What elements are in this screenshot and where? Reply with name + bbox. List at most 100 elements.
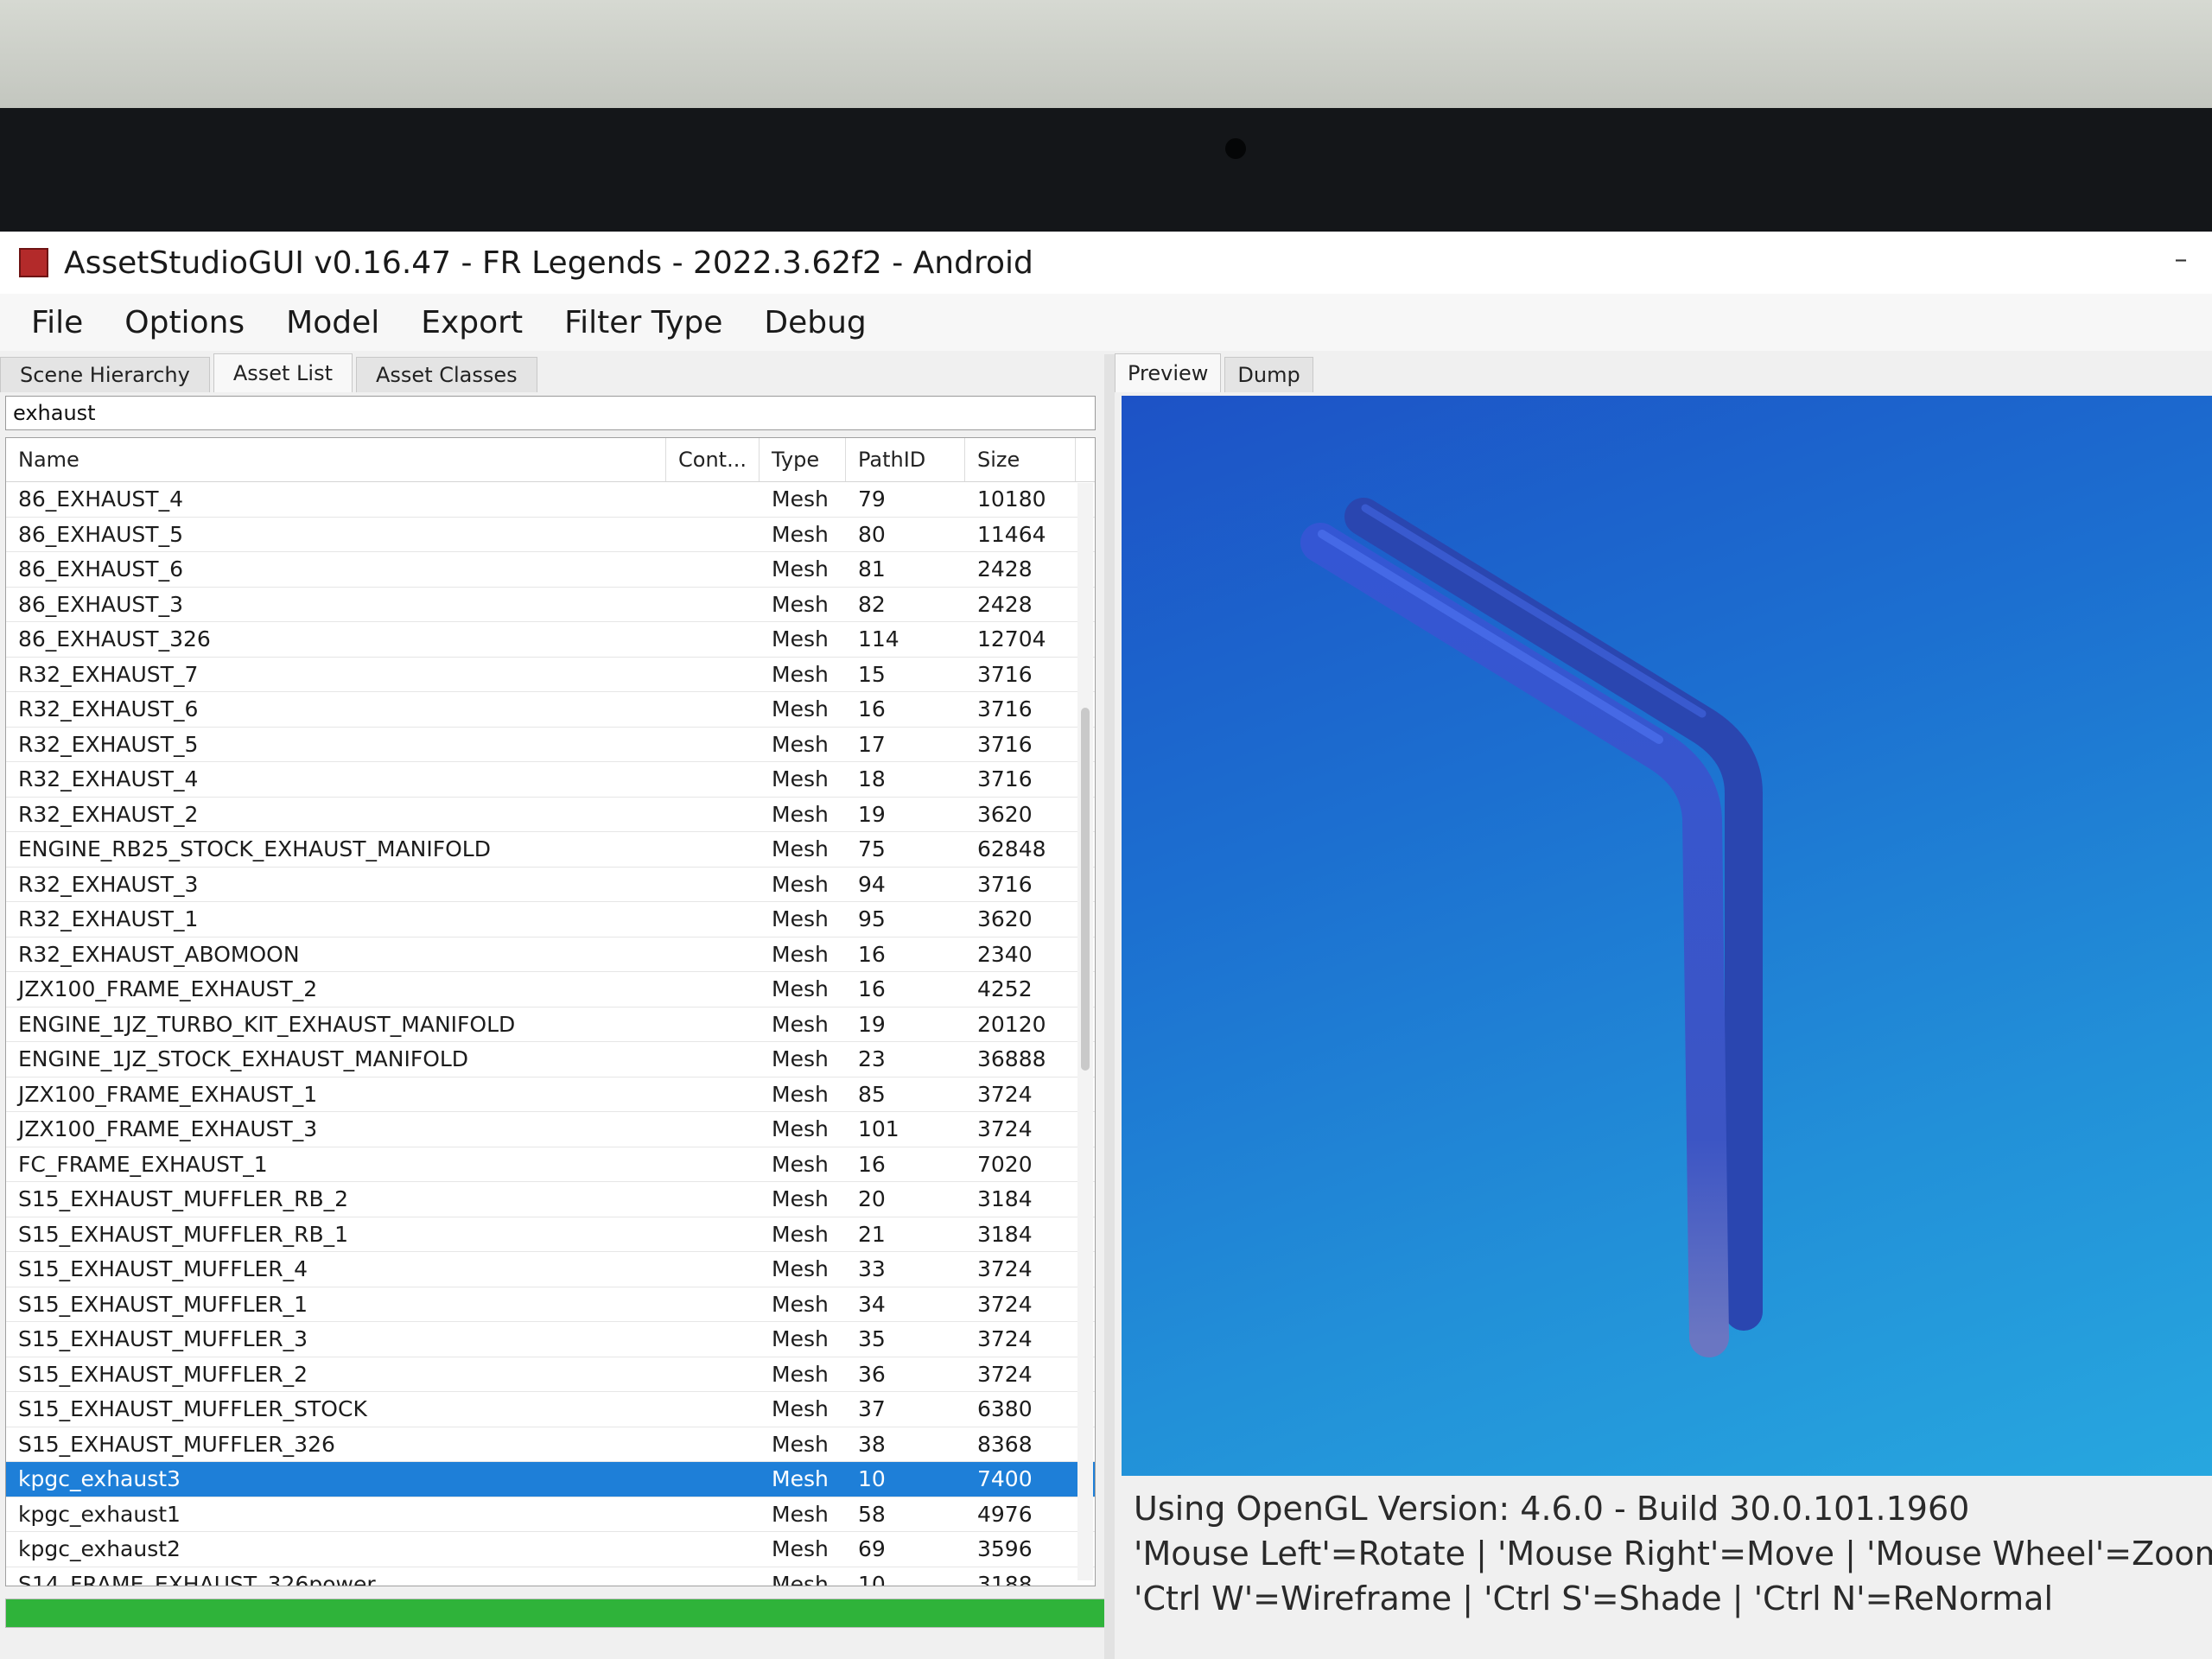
cell-pathid: 15 (858, 661, 886, 687)
table-row[interactable]: S14_FRAME_EXHAUST_326power Mesh 10 3188 (6, 1567, 1095, 1586)
cell-size: 2340 (977, 941, 1033, 967)
table-row[interactable]: ENGINE_RB25_STOCK_EXHAUST_MANIFOLD Mesh 75… (6, 832, 1095, 868)
tab-dump[interactable]: Dump (1224, 357, 1313, 392)
cell-pathid: 18 (858, 766, 886, 791)
table-row[interactable]: R32_EXHAUST_5 Mesh 17 3716 (6, 728, 1095, 762)
table-row[interactable]: 86_EXHAUST_6 Mesh 81 2428 (6, 552, 1095, 588)
cell-container (666, 588, 760, 622)
table-row[interactable]: S15_EXHAUST_MUFFLER_1 Mesh 34 3724 (6, 1287, 1095, 1322)
cell-size: 4252 (977, 976, 1033, 1001)
cell-type: Mesh (772, 521, 829, 547)
table-row[interactable]: ENGINE_1JZ_TURBO_KIT_EXHAUST_MANIFOLD Mes… (6, 1007, 1095, 1042)
table-row[interactable]: 86_EXHAUST_5 Mesh 80 11464 (6, 518, 1095, 552)
cell-container (666, 1532, 760, 1567)
cell-name: R32_EXHAUST_2 (18, 801, 199, 827)
table-row[interactable]: R32_EXHAUST_ABOMOON Mesh 16 2340 (6, 938, 1095, 972)
table-row[interactable]: 86_EXHAUST_326 Mesh 114 12704 (6, 622, 1095, 658)
table-row[interactable]: R32_EXHAUST_1 Mesh 95 3620 (6, 902, 1095, 938)
cell-pathid: 10 (858, 1571, 886, 1586)
table-row[interactable]: S15_EXHAUST_MUFFLER_2 Mesh 36 3724 (6, 1357, 1095, 1392)
background-wall (0, 0, 2212, 108)
cell-type: Mesh (772, 836, 829, 861)
table-row[interactable]: R32_EXHAUST_7 Mesh 15 3716 (6, 658, 1095, 692)
cell-type: Mesh (772, 906, 829, 931)
table-row[interactable]: R32_EXHAUST_6 Mesh 16 3716 (6, 692, 1095, 728)
cell-size: 3724 (977, 1326, 1033, 1351)
webcam (1225, 138, 1246, 159)
pane-splitter[interactable] (1104, 354, 1115, 1659)
cell-container (666, 1462, 760, 1497)
tab-asset-list[interactable]: Asset List (213, 353, 353, 392)
scrollbar-thumb[interactable] (1081, 708, 1090, 1071)
table-row[interactable]: R32_EXHAUST_4 Mesh 18 3716 (6, 762, 1095, 798)
app-window: AssetStudioGUI v0.16.47 - FR Legends - 2… (0, 232, 2212, 1659)
table-row-selected[interactable]: kpgc_exhaust3 Mesh 10 7400 (6, 1462, 1095, 1497)
table-row[interactable]: kpgc_exhaust1 Mesh 58 4976 (6, 1497, 1095, 1532)
cell-size: 20120 (977, 1011, 1046, 1037)
asset-list-header: Name Cont... Type PathID Size (6, 438, 1095, 482)
table-row[interactable]: FC_FRAME_EXHAUST_1 Mesh 16 7020 (6, 1147, 1095, 1182)
title-bar[interactable]: AssetStudioGUI v0.16.47 - FR Legends - 2… (0, 232, 2212, 294)
cell-size: 3716 (977, 766, 1033, 791)
cell-pathid: 85 (858, 1081, 886, 1107)
menu-debug[interactable]: Debug (743, 305, 887, 340)
column-header-container[interactable]: Cont... (666, 438, 760, 481)
cell-name: 86_EXHAUST_3 (18, 591, 183, 617)
cell-name: ENGINE_RB25_STOCK_EXHAUST_MANIFOLD (18, 836, 491, 861)
cell-name: S15_EXHAUST_MUFFLER_STOCK (18, 1396, 367, 1421)
app-icon (19, 248, 48, 277)
table-row[interactable]: S15_EXHAUST_MUFFLER_3 Mesh 35 3724 (6, 1322, 1095, 1357)
menu-options[interactable]: Options (104, 305, 265, 340)
cell-type: Mesh (772, 1501, 829, 1527)
cell-container (666, 972, 760, 1007)
mesh-preview (1300, 498, 1763, 1357)
column-header-size[interactable]: Size (965, 438, 1076, 481)
tab-scene-hierarchy[interactable]: Scene Hierarchy (0, 357, 210, 392)
table-row[interactable]: R32_EXHAUST_3 Mesh 94 3716 (6, 868, 1095, 902)
table-row[interactable]: R32_EXHAUST_2 Mesh 19 3620 (6, 798, 1095, 832)
filter-input[interactable]: exhaust (5, 396, 1096, 430)
table-row[interactable]: S15_EXHAUST_MUFFLER_4 Mesh 33 3724 (6, 1252, 1095, 1287)
table-row[interactable]: S15_EXHAUST_MUFFLER_STOCK Mesh 37 6380 (6, 1392, 1095, 1427)
menu-export[interactable]: Export (400, 305, 543, 340)
menu-filter-type[interactable]: Filter Type (543, 305, 743, 340)
cell-size: 3724 (977, 1291, 1033, 1317)
column-header-name[interactable]: Name (6, 438, 666, 481)
table-row[interactable]: S15_EXHAUST_MUFFLER_RB_2 Mesh 20 3184 (6, 1182, 1095, 1217)
cell-container (666, 1112, 760, 1147)
column-header-type[interactable]: Type (760, 438, 846, 481)
list-scrollbar[interactable] (1077, 483, 1093, 1580)
tab-asset-classes[interactable]: Asset Classes (356, 357, 537, 392)
mesh-preview-viewport[interactable] (1122, 396, 2212, 1476)
cell-pathid: 94 (858, 871, 886, 897)
asset-list[interactable]: Name Cont... Type PathID Size 86_EXHAUST… (5, 437, 1096, 1586)
menu-model[interactable]: Model (265, 305, 400, 340)
cell-pathid: 81 (858, 556, 886, 582)
table-row[interactable]: 86_EXHAUST_3 Mesh 82 2428 (6, 588, 1095, 622)
cell-size: 3716 (977, 661, 1033, 687)
cell-name: kpgc_exhaust3 (18, 1466, 181, 1491)
menu-file[interactable]: File (0, 305, 104, 340)
table-row[interactable]: S15_EXHAUST_MUFFLER_RB_1 Mesh 21 3184 (6, 1217, 1095, 1252)
cell-container (666, 1287, 760, 1322)
table-row[interactable]: JZX100_FRAME_EXHAUST_1 Mesh 85 3724 (6, 1077, 1095, 1112)
cell-name: R32_EXHAUST_6 (18, 696, 199, 721)
table-row[interactable]: JZX100_FRAME_EXHAUST_2 Mesh 16 4252 (6, 972, 1095, 1007)
table-row[interactable]: JZX100_FRAME_EXHAUST_3 Mesh 101 3724 (6, 1112, 1095, 1147)
cell-type: Mesh (772, 766, 829, 791)
menu-bar: File Options Model Export Filter Type De… (0, 294, 2212, 351)
column-header-pathid[interactable]: PathID (846, 438, 965, 481)
cell-container (666, 1182, 760, 1217)
window-title: AssetStudioGUI v0.16.47 - FR Legends - 2… (64, 245, 1033, 281)
table-row[interactable]: S15_EXHAUST_MUFFLER_326 Mesh 38 8368 (6, 1427, 1095, 1462)
table-row[interactable]: 86_EXHAUST_4 Mesh 79 10180 (6, 482, 1095, 518)
table-row[interactable]: ENGINE_1JZ_STOCK_EXHAUST_MANIFOLD Mesh 23 3… (6, 1042, 1095, 1077)
cell-container (666, 1252, 760, 1287)
tab-preview[interactable]: Preview (1115, 353, 1222, 392)
minimize-button[interactable]: – (2165, 247, 2196, 273)
cell-pathid: 19 (858, 1011, 886, 1037)
cell-pathid: 82 (858, 591, 886, 617)
table-row[interactable]: kpgc_exhaust2 Mesh 69 3596 (6, 1532, 1095, 1567)
cell-size: 3620 (977, 906, 1033, 931)
exhaust-pipe-front (1300, 523, 1729, 1357)
